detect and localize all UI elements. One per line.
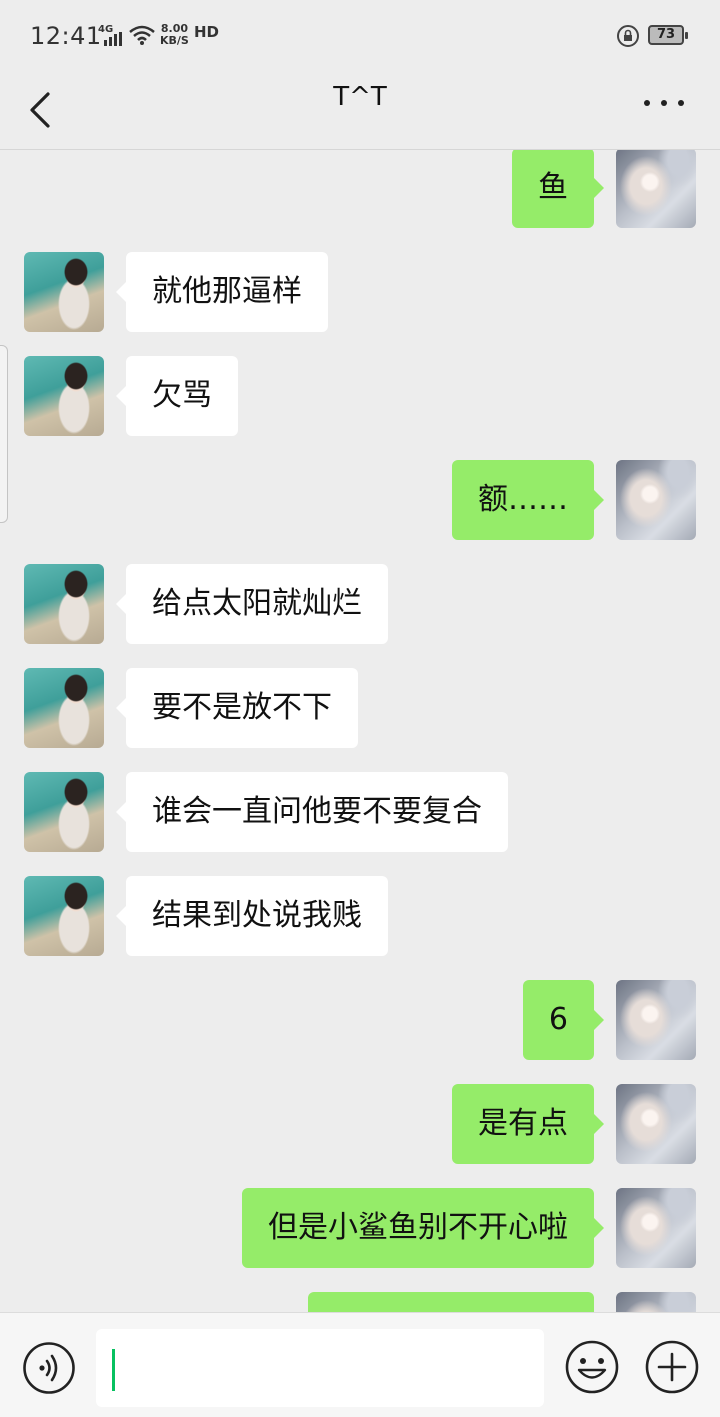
- network-speed: 8.00 KB/S: [160, 23, 189, 47]
- sent-message-bubble[interactable]: 但是小鲨鱼别不开心啦: [242, 1188, 604, 1268]
- plus-button[interactable]: [644, 1339, 700, 1395]
- my-avatar[interactable]: [616, 1188, 696, 1268]
- message-list[interactable]: 鱼 就他那逼样 欠骂 额…… 给点太阳就灿烂 要不是放不下 谁会一直问他要不要复…: [0, 150, 720, 1312]
- contact-avatar[interactable]: [24, 876, 104, 956]
- message-row: 鱼: [0, 150, 720, 228]
- status-time: 12:41: [30, 22, 102, 50]
- contact-avatar[interactable]: [24, 564, 104, 644]
- sent-message-bubble[interactable]: 额……: [452, 460, 604, 540]
- sent-message-bubble[interactable]: [308, 1292, 594, 1312]
- message-input[interactable]: [96, 1329, 544, 1407]
- received-message-bubble[interactable]: 给点太阳就灿烂: [116, 564, 388, 644]
- my-avatar[interactable]: [616, 150, 696, 228]
- emoji-button[interactable]: [564, 1339, 620, 1395]
- my-avatar[interactable]: [616, 460, 696, 540]
- battery-icon: 73: [648, 25, 688, 45]
- received-message-bubble[interactable]: 谁会一直问他要不要复合: [116, 772, 508, 852]
- status-bar: 12:41 4G 8.00 KB/S HD 73: [0, 0, 720, 72]
- contact-avatar[interactable]: [24, 668, 104, 748]
- message-row: 是有点: [0, 1084, 720, 1164]
- sent-message-bubble[interactable]: 是有点: [452, 1084, 604, 1164]
- battery-level: 73: [656, 27, 676, 42]
- emoji-icon: [565, 1340, 619, 1394]
- voice-icon: [23, 1342, 75, 1394]
- contact-avatar[interactable]: [24, 252, 104, 332]
- my-avatar[interactable]: [616, 980, 696, 1060]
- message-row: 谁会一直问他要不要复合: [0, 772, 720, 852]
- message-row: 要不是放不下: [0, 668, 720, 748]
- message-row: 欠骂: [0, 356, 720, 436]
- message-row: 但是小鲨鱼别不开心啦: [0, 1188, 720, 1268]
- sent-message-bubble[interactable]: 6: [522, 980, 605, 1060]
- more-dot: [678, 100, 684, 106]
- sent-message-bubble[interactable]: 鱼: [512, 150, 604, 228]
- more-button[interactable]: [636, 84, 692, 120]
- message-row: [0, 1292, 720, 1312]
- my-avatar[interactable]: [616, 1292, 696, 1312]
- side-drawer-handle[interactable]: [0, 345, 8, 523]
- contact-avatar[interactable]: [24, 772, 104, 852]
- received-message-bubble[interactable]: 结果到处说我贱: [116, 876, 388, 956]
- signal-bars-icon: 4G: [98, 24, 124, 46]
- message-row: 给点太阳就灿烂: [0, 564, 720, 644]
- my-avatar[interactable]: [616, 1084, 696, 1164]
- contact-avatar[interactable]: [24, 356, 104, 436]
- more-dots-icon: [644, 100, 650, 106]
- message-row: 额……: [0, 460, 720, 540]
- voice-button[interactable]: [22, 1341, 76, 1395]
- chat-header: T^T: [0, 72, 720, 150]
- received-message-bubble[interactable]: 要不是放不下: [116, 668, 358, 748]
- wifi-icon: [129, 25, 155, 45]
- speed-unit: KB/S: [160, 34, 189, 47]
- received-message-bubble[interactable]: 就他那逼样: [116, 252, 328, 332]
- chat-title: T^T: [333, 82, 387, 112]
- hd-badge: HD: [194, 23, 220, 41]
- received-message-bubble[interactable]: 欠骂: [116, 356, 238, 436]
- rotation-lock-icon: [617, 25, 639, 47]
- message-row: 6: [0, 980, 720, 1060]
- plus-icon: [645, 1340, 699, 1394]
- input-bar: [0, 1312, 720, 1417]
- more-dot: [661, 100, 667, 106]
- message-row: 就他那逼样: [0, 252, 720, 332]
- text-caret: [112, 1349, 115, 1391]
- message-row: 结果到处说我贱: [0, 876, 720, 956]
